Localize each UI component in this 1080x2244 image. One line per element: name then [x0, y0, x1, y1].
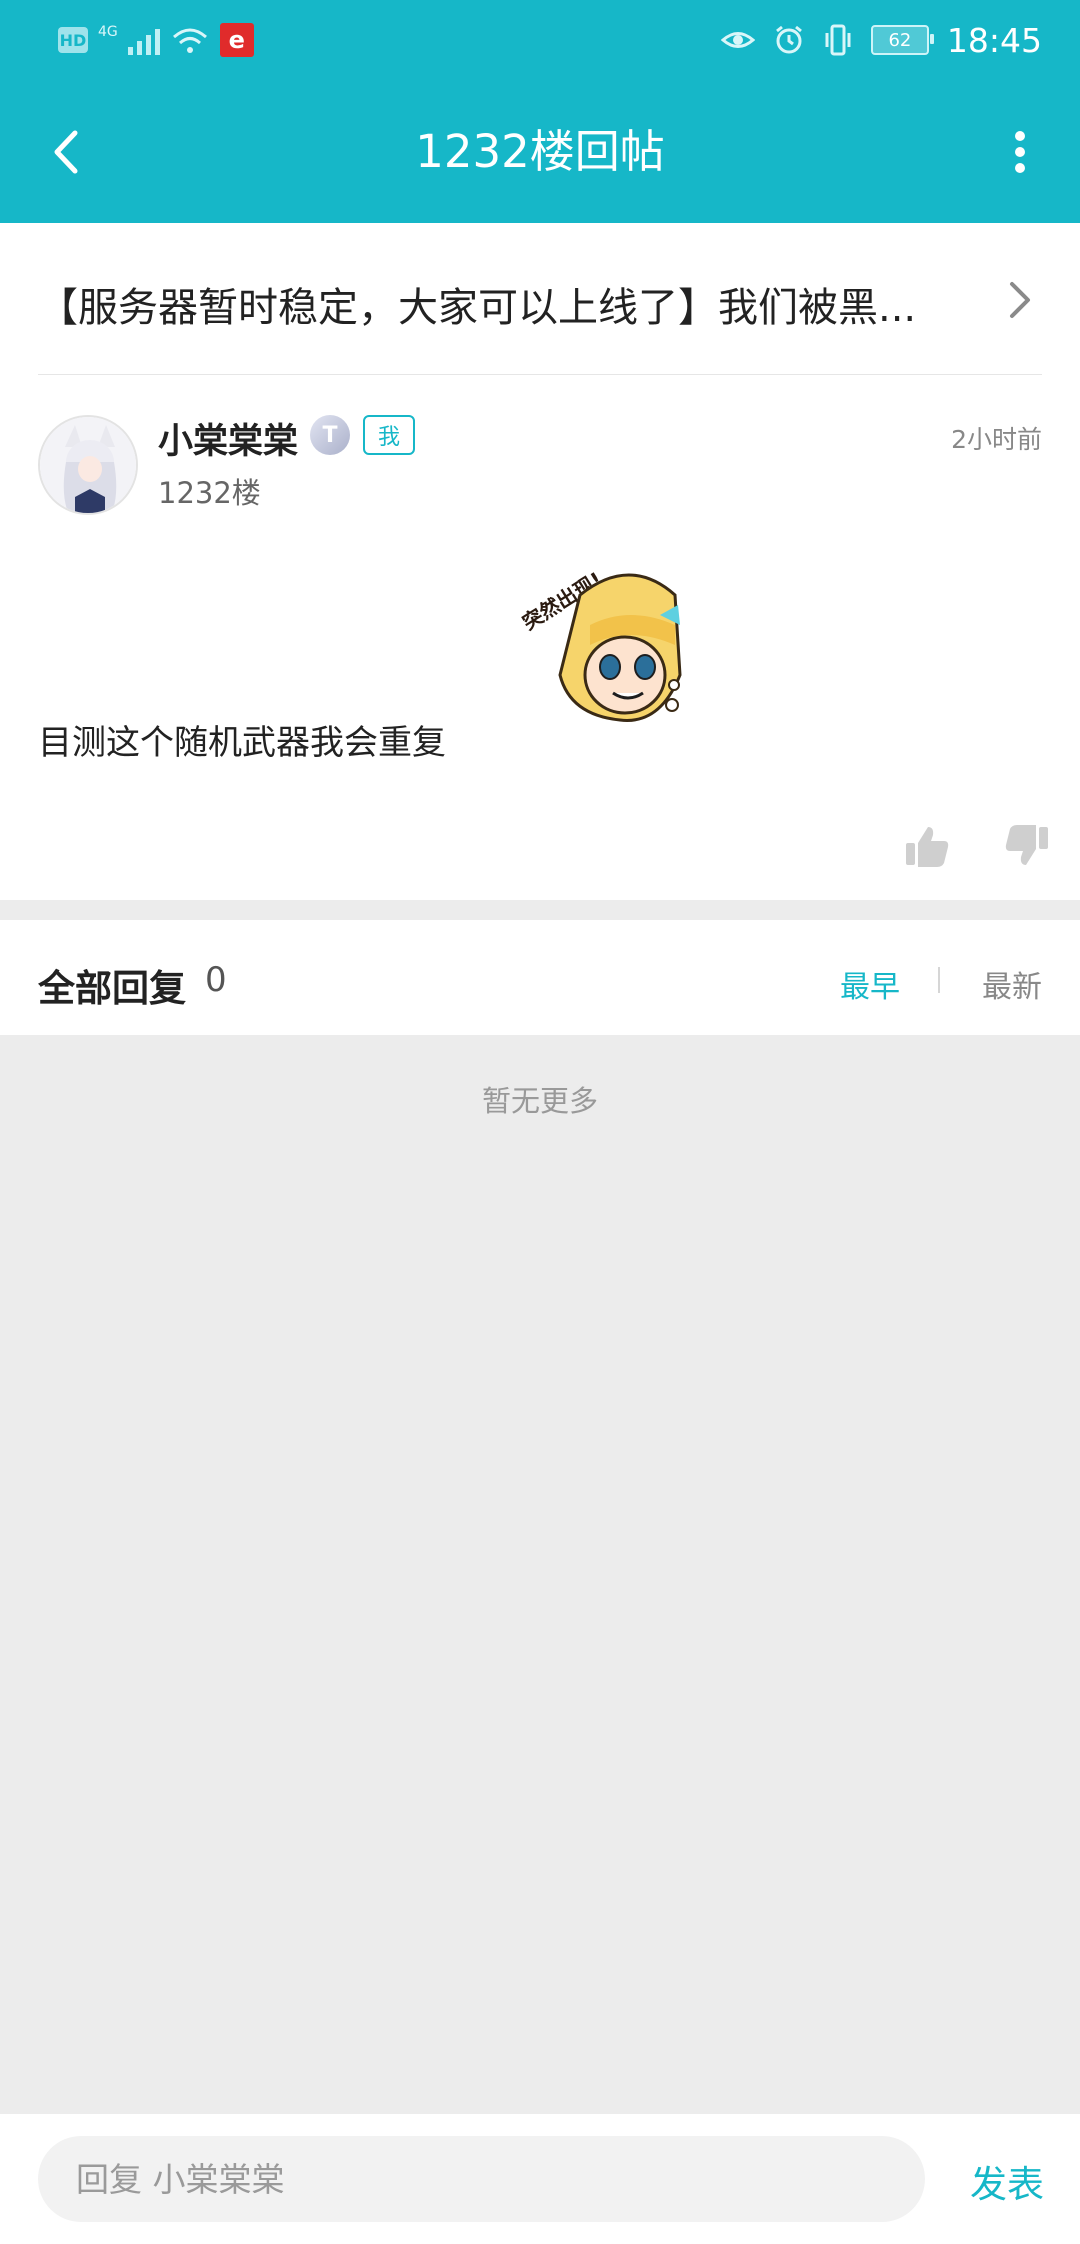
- sort-divider: [938, 967, 940, 993]
- vibrate-icon: [825, 24, 851, 56]
- like-button[interactable]: [904, 823, 950, 869]
- app-header: HD 4G e 62 18:45 1232楼回帖: [0, 0, 1080, 223]
- status-right: 62 18:45: [720, 18, 1042, 62]
- empty-state-text: 暂无更多: [481, 1084, 598, 1118]
- chevron-right-icon: [1010, 282, 1030, 318]
- network-type-label: 4G: [98, 24, 118, 40]
- avatar[interactable]: [38, 415, 138, 515]
- me-tag: 我: [363, 415, 415, 455]
- send-button[interactable]: 发表: [970, 2154, 1044, 2208]
- post-time: 2小时前: [951, 425, 1042, 454]
- status-left: HD 4G e: [58, 22, 254, 58]
- wifi-icon: [172, 28, 207, 53]
- avatar-image: [40, 417, 136, 513]
- status-bar: HD 4G e 62 18:45: [0, 0, 1080, 80]
- reply-input[interactable]: [38, 2136, 925, 2222]
- toolbar: 1232楼回帖: [0, 80, 1080, 223]
- eye-comfort-icon: [720, 32, 755, 48]
- replies-header: 全部回复 0 最早 最新: [0, 920, 1080, 1035]
- replies-count: 0: [205, 960, 227, 1000]
- sort-earliest-button[interactable]: 最早: [840, 962, 900, 1006]
- status-time: 18:45: [946, 20, 1042, 60]
- app-notification-icon: e: [219, 23, 254, 57]
- back-arrow-icon: [54, 130, 78, 174]
- battery-icon: 62: [870, 25, 934, 55]
- post-card: 小棠棠棠 T 我 2小时前 1232楼 突然出现! 目测这个随机武器我会重复: [0, 375, 1080, 900]
- thumbs-up-icon: [906, 827, 949, 867]
- back-button[interactable]: [38, 122, 94, 182]
- sticker-image: 突然出现!: [510, 555, 690, 730]
- dislike-button[interactable]: [1004, 823, 1050, 869]
- more-options-button[interactable]: [990, 122, 1050, 182]
- more-vertical-icon: [1015, 131, 1025, 173]
- thread-link[interactable]: 【服务器暂时稳定，大家可以上线了】我们被黑...: [0, 223, 1080, 376]
- post-content: 目测这个随机武器我会重复: [38, 723, 446, 763]
- level-badge: T: [310, 415, 350, 455]
- page-title: 1232楼回帖: [415, 125, 665, 178]
- hd-icon: HD: [58, 27, 88, 53]
- thumbs-down-icon: [1005, 825, 1048, 865]
- username[interactable]: 小棠棠棠: [158, 413, 298, 464]
- battery-level: 62: [888, 29, 912, 51]
- floor-label: 1232楼: [158, 476, 261, 510]
- signal-icon: [127, 25, 160, 55]
- replies-title: 全部回复: [38, 967, 186, 1010]
- reply-bar: 发表: [0, 2114, 1080, 2244]
- alarm-icon: [775, 25, 802, 54]
- sort-latest-button[interactable]: 最新: [982, 962, 1042, 1006]
- thread-title: 【服务器暂时稳定，大家可以上线了】我们被黑...: [38, 285, 917, 331]
